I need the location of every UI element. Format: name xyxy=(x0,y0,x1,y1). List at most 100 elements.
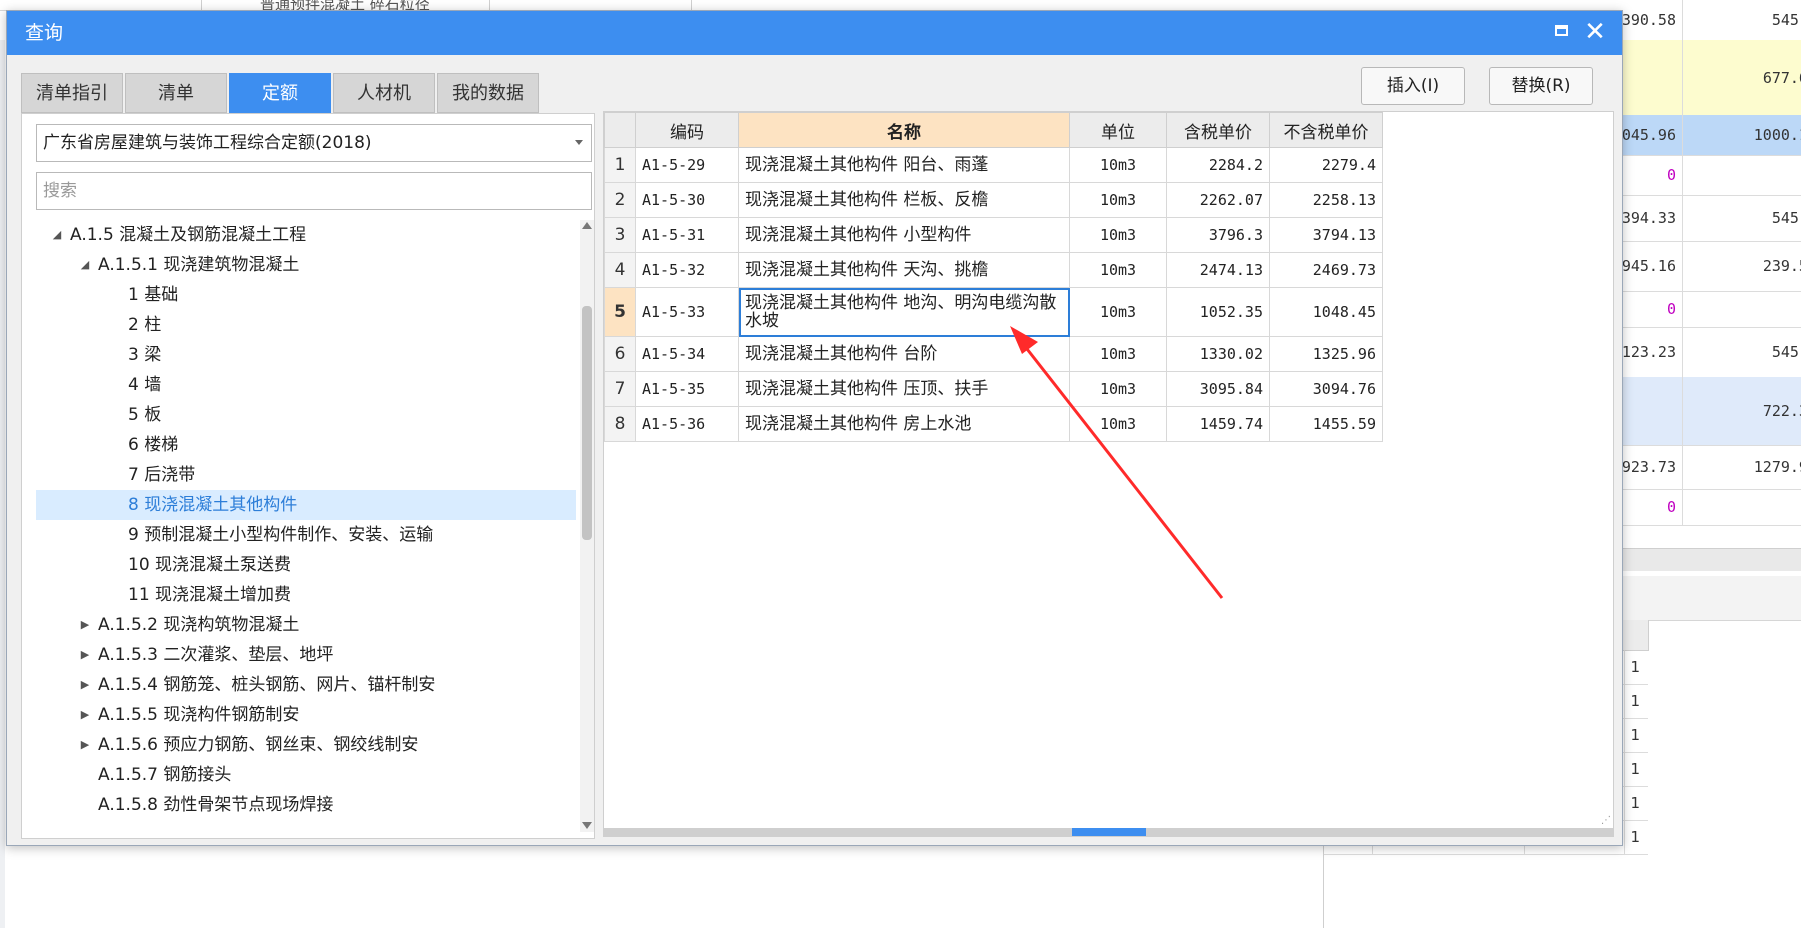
cell-name[interactable]: 现浇混凝土其他构件 阳台、雨蓬 xyxy=(738,147,1070,183)
maximize-icon[interactable] xyxy=(1555,25,1568,36)
dialog-titlebar[interactable]: 查询 ✕ xyxy=(7,11,1622,55)
column-header-unit[interactable]: 单位 xyxy=(1069,112,1167,148)
scroll-down-icon[interactable] xyxy=(582,822,592,829)
cell-notax-price[interactable]: 3794.13 xyxy=(1269,217,1383,253)
cell-code[interactable]: A1-5-34 xyxy=(635,336,739,372)
cell-unit[interactable]: 10m3 xyxy=(1069,371,1167,407)
tree-node[interactable]: ◢ A.1.5.1 现浇建筑物混凝土 xyxy=(36,250,576,280)
row-number[interactable]: 2 xyxy=(604,182,636,218)
cell-unit[interactable]: 10m3 xyxy=(1069,147,1167,183)
cell-name[interactable]: 现浇混凝土其他构件 栏板、反檐 xyxy=(738,182,1070,218)
table-row[interactable]: 4 A1-5-32 现浇混凝土其他构件 天沟、挑檐 10m3 2474.13 2469.7… xyxy=(604,252,1383,288)
quota-library-select[interactable]: 广东省房屋建筑与装饰工程综合定额(2018) xyxy=(36,124,592,162)
scroll-thumb[interactable] xyxy=(582,306,592,540)
tree-expand-icon[interactable]: ▶ xyxy=(78,670,92,700)
scroll-up-icon[interactable] xyxy=(582,222,592,229)
cell-notax-price[interactable]: 1048.45 xyxy=(1269,287,1383,337)
cell-notax-price[interactable]: 1325.96 xyxy=(1269,336,1383,372)
tab-guide[interactable]: 清单指引 xyxy=(21,73,123,113)
tree-node[interactable]: 11 现浇混凝土增加费 xyxy=(36,580,576,610)
tree-vertical-scrollbar[interactable] xyxy=(580,220,594,832)
row-number[interactable]: 5 xyxy=(604,287,636,337)
tab-resources[interactable]: 人材机 xyxy=(333,73,435,113)
tree-node[interactable]: 8 现浇混凝土其他构件 xyxy=(36,490,576,520)
tab-list[interactable]: 清单 xyxy=(125,73,227,113)
cell-name[interactable]: 现浇混凝土其他构件 台阶 xyxy=(738,336,1070,372)
cell-notax-price[interactable]: 3094.76 xyxy=(1269,371,1383,407)
tree-node[interactable]: A.1.5.8 劲性骨架节点现场焊接 xyxy=(36,790,576,820)
table-row[interactable]: 8 A1-5-36 现浇混凝土其他构件 房上水池 10m3 1459.74 1455.59 xyxy=(604,406,1383,442)
cell-code[interactable]: A1-5-29 xyxy=(635,147,739,183)
tree-collapse-icon[interactable]: ◢ xyxy=(50,220,64,250)
tree-node[interactable]: ▶ A.1.5.5 现浇构件钢筋制安 xyxy=(36,700,576,730)
cell-unit[interactable]: 10m3 xyxy=(1069,406,1167,442)
close-icon[interactable]: ✕ xyxy=(1580,17,1610,47)
table-row[interactable]: 2 A1-5-30 现浇混凝土其他构件 栏板、反檐 10m3 2262.07 2258.1… xyxy=(604,182,1383,218)
table-row[interactable]: 5 A1-5-33 现浇混凝土其他构件 地沟、明沟电缆沟散水坡 10m3 1052.35… xyxy=(604,287,1383,337)
replace-button[interactable]: 替换(R) xyxy=(1489,67,1593,105)
cell-notax-price[interactable]: 2258.13 xyxy=(1269,182,1383,218)
resize-grip-icon[interactable]: ⋰ xyxy=(1601,815,1611,826)
tree-node[interactable]: ▶ A.1.5.4 钢筋笼、桩头钢筋、网片、锚杆制安 xyxy=(36,670,576,700)
tree-node[interactable]: 3 梁 xyxy=(36,340,576,370)
cell-tax-price[interactable]: 1459.74 xyxy=(1166,406,1270,442)
search-input[interactable] xyxy=(36,172,592,210)
tree-expand-icon[interactable]: ▶ xyxy=(78,640,92,670)
cell-tax-price[interactable]: 2284.2 xyxy=(1166,147,1270,183)
tab-quota[interactable]: 定额 xyxy=(229,73,331,113)
tree-node[interactable]: ▶ A.1.5.2 现浇构筑物混凝土 xyxy=(36,610,576,640)
table-row[interactable]: 6 A1-5-34 现浇混凝土其他构件 台阶 10m3 1330.02 1325.96 xyxy=(604,336,1383,372)
cell-code[interactable]: A1-5-33 xyxy=(635,287,739,337)
cell-tax-price[interactable]: 3796.3 xyxy=(1166,217,1270,253)
cell-notax-price[interactable]: 2279.4 xyxy=(1269,147,1383,183)
row-number[interactable]: 6 xyxy=(604,336,636,372)
cell-name[interactable]: 现浇混凝土其他构件 地沟、明沟电缆沟散水坡 xyxy=(738,287,1070,337)
tree-expand-icon[interactable]: ▶ xyxy=(78,700,92,730)
cell-notax-price[interactable]: 1455.59 xyxy=(1269,406,1383,442)
cell-name[interactable]: 现浇混凝土其他构件 小型构件 xyxy=(738,217,1070,253)
cell-tax-price[interactable]: 1330.02 xyxy=(1166,336,1270,372)
row-number[interactable]: 1 xyxy=(604,147,636,183)
column-header-tax-price[interactable]: 含税单价 xyxy=(1166,112,1270,148)
cell-code[interactable]: A1-5-31 xyxy=(635,217,739,253)
cell-unit[interactable]: 10m3 xyxy=(1069,217,1167,253)
tree-node[interactable]: A.1.5.7 钢筋接头 xyxy=(36,760,576,790)
row-number[interactable]: 3 xyxy=(604,217,636,253)
cell-notax-price[interactable]: 2469.73 xyxy=(1269,252,1383,288)
tree-node[interactable]: 6 楼梯 xyxy=(36,430,576,460)
tree-expand-icon[interactable]: ▶ xyxy=(78,730,92,760)
cell-unit[interactable]: 10m3 xyxy=(1069,336,1167,372)
table-row[interactable]: 1 A1-5-29 现浇混凝土其他构件 阳台、雨蓬 10m3 2284.2 2279.4 xyxy=(604,147,1383,183)
tree-collapse-icon[interactable]: ◢ xyxy=(78,250,92,280)
row-number[interactable]: 8 xyxy=(604,406,636,442)
table-row[interactable]: 7 A1-5-35 现浇混凝土其他构件 压顶、扶手 10m3 3095.84 3094.7… xyxy=(604,371,1383,407)
tree-node[interactable]: 5 板 xyxy=(36,400,576,430)
tree-node[interactable]: ▶ A.1.5.6 预应力钢筋、钢丝束、钢绞线制安 xyxy=(36,730,576,760)
cell-code[interactable]: A1-5-30 xyxy=(635,182,739,218)
cell-name[interactable]: 现浇混凝土其他构件 压顶、扶手 xyxy=(738,371,1070,407)
row-number[interactable]: 7 xyxy=(604,371,636,407)
cell-tax-price[interactable]: 2262.07 xyxy=(1166,182,1270,218)
cell-tax-price[interactable]: 1052.35 xyxy=(1166,287,1270,337)
row-number[interactable]: 4 xyxy=(604,252,636,288)
cell-code[interactable]: A1-5-32 xyxy=(635,252,739,288)
grid-horizontal-scrollbar[interactable] xyxy=(604,828,1613,836)
tree-node[interactable]: ◢ A.1.5 混凝土及钢筋混凝土工程 xyxy=(36,220,576,250)
table-row[interactable]: 3 A1-5-31 现浇混凝土其他构件 小型构件 10m3 3796.3 3794.13 xyxy=(604,217,1383,253)
tree-node[interactable]: 4 墙 xyxy=(36,370,576,400)
cell-unit[interactable]: 10m3 xyxy=(1069,252,1167,288)
column-header-notax-price[interactable]: 不含税单价 xyxy=(1269,112,1383,148)
column-header-name[interactable]: 名称 xyxy=(738,112,1070,148)
tree-expand-icon[interactable]: ▶ xyxy=(78,610,92,640)
tab-mydata[interactable]: 我的数据 xyxy=(437,73,539,113)
cell-code[interactable]: A1-5-35 xyxy=(635,371,739,407)
cell-name[interactable]: 现浇混凝土其他构件 天沟、挑檐 xyxy=(738,252,1070,288)
tree-node[interactable]: 2 柱 xyxy=(36,310,576,340)
tree-node[interactable]: 7 后浇带 xyxy=(36,460,576,490)
cell-unit[interactable]: 10m3 xyxy=(1069,182,1167,218)
cell-unit[interactable]: 10m3 xyxy=(1069,287,1167,337)
insert-button[interactable]: 插入(I) xyxy=(1361,67,1465,105)
cell-tax-price[interactable]: 2474.13 xyxy=(1166,252,1270,288)
splitter-handle[interactable] xyxy=(1072,828,1146,836)
tree-node[interactable]: 1 基础 xyxy=(36,280,576,310)
